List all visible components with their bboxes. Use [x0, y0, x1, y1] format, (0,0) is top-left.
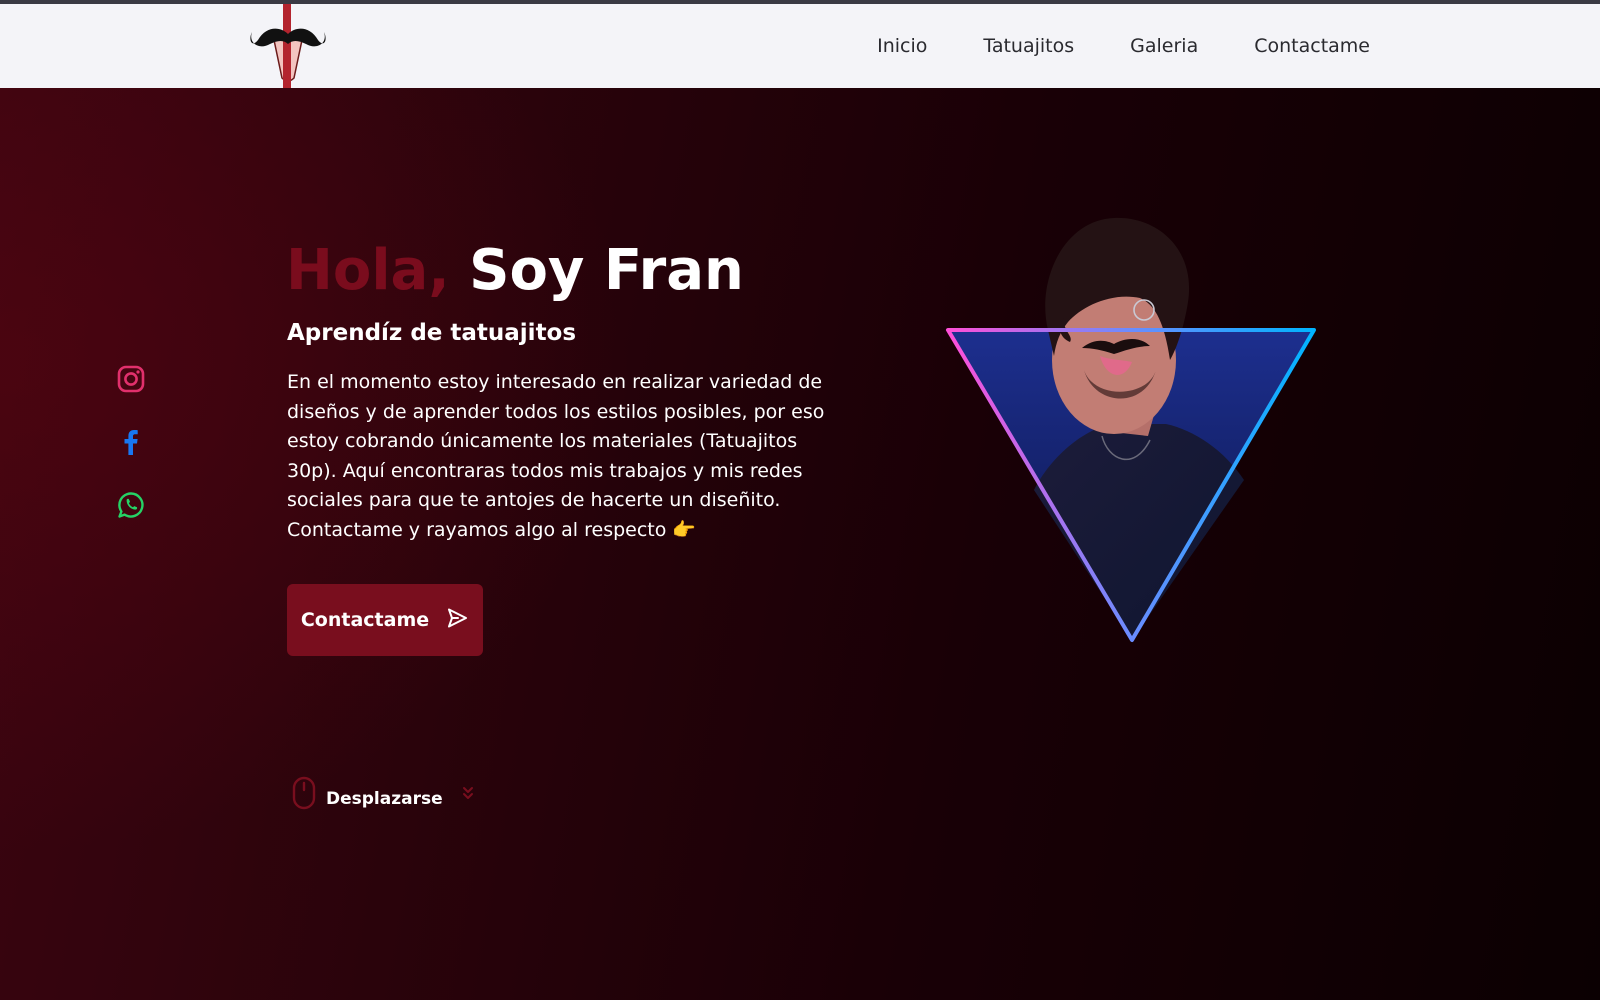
- profile-portrait: [944, 210, 1320, 650]
- nav-link-galeria[interactable]: Galeria: [1130, 35, 1198, 57]
- nav-link-contactame[interactable]: Contactame: [1254, 35, 1370, 57]
- navbar: Inicio Tatuajitos Galeria Contactame: [0, 4, 1600, 88]
- hero-section: Hola, Soy Fran Aprendíz de tatuajitos En…: [0, 88, 1600, 1000]
- hero-title: Hola, Soy Fran: [286, 240, 744, 302]
- scroll-down-link[interactable]: Desplazarse: [292, 776, 475, 814]
- scroll-label: Desplazarse: [326, 789, 443, 809]
- hero-description: En el momento estoy interesado en realiz…: [287, 371, 825, 541]
- nav-link-inicio[interactable]: Inicio: [877, 35, 927, 57]
- contact-button-label: Contactame: [300, 609, 430, 631]
- nav-link-tatuajitos[interactable]: Tatuajitos: [983, 35, 1074, 57]
- whatsapp-icon[interactable]: [116, 490, 146, 520]
- hero-name: Soy Fran: [469, 238, 744, 303]
- hero-subtitle: Aprendíz de tatuajitos: [287, 320, 577, 346]
- hero-greeting: Hola,: [286, 238, 450, 303]
- facebook-icon[interactable]: [116, 427, 146, 457]
- mustache-logo[interactable]: [246, 4, 330, 88]
- mouse-icon: [292, 776, 316, 814]
- instagram-icon[interactable]: [116, 364, 146, 394]
- chevrons-down-icon: [461, 785, 475, 805]
- nav-menu: Inicio Tatuajitos Galeria Contactame: [877, 4, 1370, 88]
- contact-button[interactable]: Contactame: [287, 584, 483, 656]
- send-icon: [445, 606, 469, 635]
